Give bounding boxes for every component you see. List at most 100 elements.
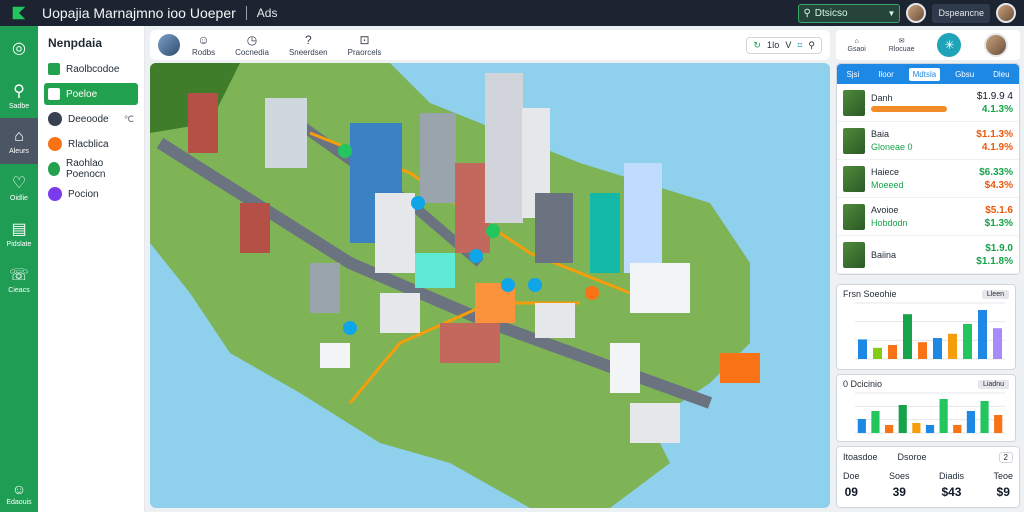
view-toggle[interactable]: V bbox=[785, 40, 791, 50]
map-marker[interactable] bbox=[411, 196, 425, 210]
avatar[interactable] bbox=[906, 3, 927, 23]
list-item[interactable]: Baiina $1.9.0 $1.1.8% bbox=[837, 236, 1019, 274]
map-toolbar-label: Rodbs bbox=[192, 48, 216, 57]
building[interactable] bbox=[535, 303, 575, 338]
bar[interactable] bbox=[993, 328, 1002, 359]
panel-tab[interactable]: Sjsi bbox=[842, 68, 863, 81]
sidebar-item[interactable]: Pocion bbox=[44, 183, 138, 205]
building[interactable] bbox=[380, 293, 420, 333]
bar[interactable] bbox=[963, 324, 972, 359]
panel-tab[interactable]: Dleu bbox=[989, 68, 1013, 81]
bar[interactable] bbox=[948, 333, 957, 359]
bar[interactable] bbox=[903, 314, 912, 359]
list-item-info: Haiece Moeeed bbox=[871, 167, 973, 190]
bar[interactable] bbox=[858, 339, 867, 359]
building[interactable] bbox=[440, 323, 500, 363]
list-item[interactable]: Haiece Moeeed $6.33% $4.3% bbox=[837, 160, 1019, 198]
building[interactable] bbox=[188, 93, 218, 153]
building[interactable] bbox=[265, 98, 307, 168]
rail-bottom-item[interactable]: ☺ Edaouis bbox=[6, 481, 31, 506]
building[interactable] bbox=[310, 263, 340, 313]
map-toolbar-button[interactable]: ⊡ Praorcels bbox=[348, 33, 382, 57]
bar[interactable] bbox=[898, 405, 907, 433]
grid-icon[interactable]: ⌗ bbox=[797, 40, 802, 51]
map-marker[interactable] bbox=[528, 278, 542, 292]
bar[interactable] bbox=[885, 425, 894, 433]
building[interactable] bbox=[720, 353, 760, 383]
sidebar-item[interactable]: Raohlao Poenocn bbox=[44, 158, 138, 180]
map-toolbar-button[interactable]: ? Sneerdsen bbox=[289, 33, 328, 57]
city-map[interactable] bbox=[150, 63, 830, 508]
tab-ads[interactable]: Ads bbox=[257, 6, 278, 20]
app-logo[interactable] bbox=[0, 0, 38, 26]
action-button[interactable]: ✳ bbox=[937, 33, 962, 57]
map-marker[interactable] bbox=[343, 321, 357, 335]
bar[interactable] bbox=[980, 401, 989, 433]
rail-item[interactable]: ♡ Oidlie bbox=[0, 164, 38, 210]
map-marker[interactable] bbox=[469, 249, 483, 263]
sidebar-item[interactable]: Deeoode ℃ bbox=[44, 108, 138, 130]
map-marker[interactable] bbox=[338, 144, 352, 158]
building[interactable] bbox=[485, 73, 523, 223]
map-marker[interactable] bbox=[585, 286, 599, 300]
sidebar-item[interactable]: Raolbcodoe bbox=[44, 58, 138, 80]
bar[interactable] bbox=[918, 342, 927, 359]
rail-item[interactable]: ⚲ Sadbe bbox=[0, 72, 38, 118]
profile-avatar[interactable] bbox=[996, 3, 1016, 23]
building[interactable] bbox=[375, 193, 415, 273]
building[interactable] bbox=[624, 163, 662, 273]
map-toolbar-button[interactable]: ☺ Rodbs bbox=[192, 33, 215, 57]
toggle-icon[interactable]: ℃ bbox=[124, 114, 134, 125]
building[interactable] bbox=[240, 203, 270, 253]
panel-tab[interactable]: Mdtsla bbox=[908, 67, 941, 81]
search-input[interactable]: ⚲ Dtsicso ▼ bbox=[798, 3, 901, 23]
heart-icon: ♡ bbox=[11, 174, 27, 192]
rail-item[interactable]: ◎ bbox=[0, 26, 38, 72]
building[interactable] bbox=[610, 343, 640, 393]
building[interactable] bbox=[320, 343, 350, 368]
sidebar-item[interactable]: Rlacblica bbox=[44, 133, 138, 155]
chart-badge[interactable]: Liadnu bbox=[977, 379, 1009, 389]
sidebar-item[interactable]: Poeloe bbox=[44, 83, 138, 105]
avatar[interactable] bbox=[984, 33, 1009, 57]
bar[interactable] bbox=[933, 338, 942, 359]
rail-item[interactable]: ☏ Cieacs bbox=[0, 256, 38, 302]
building[interactable] bbox=[455, 163, 490, 253]
mail-button[interactable]: ✉ Rlocuae bbox=[889, 37, 915, 53]
bar[interactable] bbox=[857, 419, 866, 433]
bar[interactable] bbox=[994, 415, 1003, 433]
user-chip[interactable]: Dspeancne bbox=[932, 3, 990, 23]
bar[interactable] bbox=[939, 399, 948, 433]
avatar[interactable] bbox=[158, 34, 180, 56]
map-marker[interactable] bbox=[486, 224, 500, 238]
list-item[interactable]: Danh $1.9.9 4 4.1.3% bbox=[837, 84, 1019, 122]
panel-tab[interactable]: Iloor bbox=[874, 68, 898, 81]
bar[interactable] bbox=[953, 425, 962, 433]
rail-item[interactable]: ▤ Pidslate bbox=[0, 210, 38, 256]
map-toolbar-button[interactable]: ◷ Cocnedia bbox=[235, 33, 269, 57]
list-item[interactable]: Baia Gloneae 0 $1.1.3% 4.1.9% bbox=[837, 122, 1019, 160]
bar[interactable] bbox=[888, 345, 897, 359]
search-icon[interactable]: ⚲ bbox=[808, 40, 815, 51]
home-button-label: Gsaoi bbox=[847, 45, 866, 53]
chart-badge[interactable]: Lleen bbox=[981, 289, 1009, 299]
building[interactable] bbox=[590, 193, 620, 273]
bar[interactable] bbox=[871, 411, 880, 433]
rail-item[interactable]: ⌂ Aleurs bbox=[0, 118, 38, 164]
bar[interactable] bbox=[925, 425, 935, 433]
bar[interactable] bbox=[912, 423, 921, 433]
map-marker[interactable] bbox=[501, 278, 515, 292]
panel-tab[interactable]: Gbsu bbox=[951, 68, 978, 81]
building[interactable] bbox=[630, 263, 690, 313]
building[interactable] bbox=[420, 113, 456, 203]
building[interactable] bbox=[630, 403, 680, 443]
list-item[interactable]: Avoioe Hobdodn $5.1.6 $1.3% bbox=[837, 198, 1019, 236]
bar[interactable] bbox=[978, 310, 987, 359]
refresh-icon[interactable]: ↻ bbox=[753, 40, 761, 51]
bar[interactable] bbox=[873, 347, 882, 359]
building[interactable] bbox=[535, 193, 573, 263]
home-button[interactable]: ⌂ Gsaoi bbox=[848, 38, 866, 53]
building[interactable] bbox=[415, 253, 455, 288]
bar[interactable] bbox=[966, 411, 975, 433]
summary-badge[interactable]: 2 bbox=[998, 452, 1013, 463]
